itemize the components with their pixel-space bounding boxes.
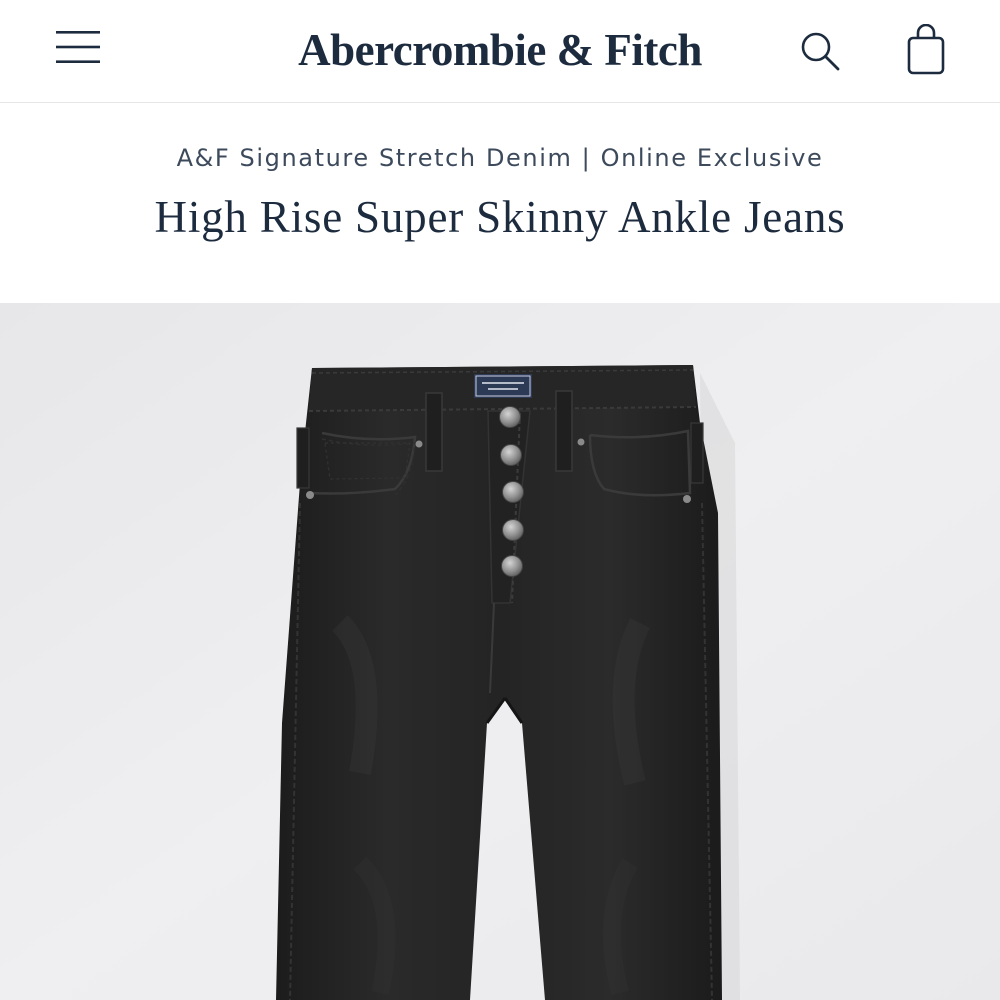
shopping-bag-icon [907, 24, 945, 75]
search-icon [801, 32, 840, 71]
product-collection: A&F Signature Stretch Denim | Online Exc… [176, 144, 824, 172]
product-image-jeans [0, 303, 1000, 1000]
search-button[interactable] [795, 26, 845, 76]
brand-logo[interactable]: Abercrombie & Fitch [250, 20, 750, 80]
product-title-block: A&F Signature Stretch Denim | Online Exc… [0, 103, 1000, 303]
shopping-bag-button[interactable] [900, 22, 952, 78]
product-image-area[interactable] [0, 303, 1000, 1000]
menu-button[interactable] [54, 28, 102, 66]
site-header: Abercrombie & Fitch [0, 0, 1000, 103]
hamburger-menu-icon [56, 31, 100, 63]
product-title: High Rise Super Skinny Ankle Jeans [154, 192, 846, 242]
